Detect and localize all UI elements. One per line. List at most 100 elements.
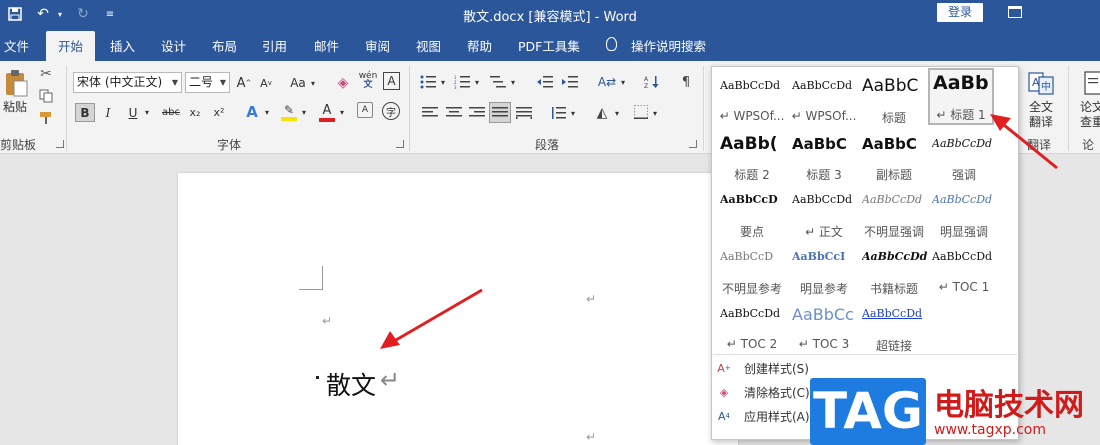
chevron-down-icon[interactable]: ▾ (612, 104, 622, 122)
style-wpsoffice-1[interactable]: AaBbCcDd ↵ WPSOf... (716, 71, 788, 128)
tab-layout[interactable]: 布局 (212, 36, 237, 55)
create-style-menu-item[interactable]: A + 创建样式(S) (716, 358, 809, 378)
chevron-down-icon[interactable]: ▾ (472, 73, 482, 91)
paragraph-launcher-icon[interactable] (689, 140, 697, 148)
strikethrough-button[interactable]: abc (160, 103, 182, 122)
style-title[interactable]: AaBbC 标题 (858, 71, 930, 128)
bullets-icon[interactable] (418, 73, 438, 91)
style-intense-emphasis[interactable]: AaBbCcDd 明显强调 (928, 185, 1000, 242)
font-size-select[interactable]: 二号 ▼ (185, 72, 230, 93)
font-family-select[interactable]: 宋体 (中文正文) ▼ (73, 72, 182, 93)
chevron-down-icon[interactable]: ▾ (508, 73, 518, 91)
chevron-down-icon[interactable]: ▾ (568, 104, 578, 122)
tab-references[interactable]: 引用 (262, 36, 287, 55)
chinese-layout-icon[interactable]: A⇄ (596, 73, 618, 91)
full-translate-line2[interactable]: 翻译 (1022, 114, 1060, 129)
style-hyperlink[interactable]: AaBbCcDd 超链接 (858, 299, 930, 356)
change-case-button[interactable]: Aa (288, 73, 308, 93)
translate-icon[interactable]: A中 (1027, 69, 1055, 97)
phonetic-guide-button[interactable]: wén 文 (357, 70, 379, 92)
chevron-down-icon[interactable]: ▾ (262, 103, 272, 122)
style-wpsoffice-2[interactable]: AaBbCcDd ↵ WPSOf... (788, 71, 860, 128)
increase-indent-icon[interactable] (560, 73, 580, 91)
clear-format-menu-item[interactable]: ◈ 清除格式(C) (716, 382, 810, 402)
chevron-down-icon[interactable]: ▾ (337, 103, 347, 122)
line-spacing-icon[interactable] (548, 104, 568, 122)
style-heading-3[interactable]: AaBbC 标题 3 (788, 128, 860, 185)
chevron-down-icon[interactable]: ▾ (438, 73, 448, 91)
style-book-title[interactable]: AaBbCcDd 书籍标题 (858, 242, 930, 299)
superscript-button[interactable]: x² (210, 103, 228, 122)
style-emphasis[interactable]: AaBbCcDd 强调 (928, 128, 1000, 185)
shrink-font-icon[interactable]: Av (257, 73, 275, 93)
align-center-icon[interactable] (444, 104, 464, 122)
tab-view[interactable]: 视图 (416, 36, 441, 55)
style-normal[interactable]: AaBbCcDd ↵ 正文 (788, 185, 860, 242)
style-toc-2[interactable]: AaBbCcDd ↵ TOC 2 (716, 299, 788, 356)
chevron-down-icon[interactable]: ▾ (299, 103, 309, 122)
style-subtle-reference[interactable]: AaBbCcD 不明显参考 (716, 242, 788, 299)
tab-file[interactable]: 文件 (4, 36, 29, 55)
chevron-down-icon[interactable]: ▾ (308, 73, 318, 93)
tab-help[interactable]: 帮助 (467, 36, 492, 55)
ribbon-display-icon[interactable] (1008, 6, 1022, 18)
login-button[interactable]: 登录 (937, 3, 983, 22)
clear-formatting-icon[interactable]: ◈ (334, 73, 352, 93)
shading-icon[interactable]: ◭ (592, 103, 612, 123)
style-toc-3[interactable]: AaBbCc ↵ TOC 3 (788, 299, 860, 356)
clipboard-launcher-icon[interactable] (56, 140, 64, 148)
character-border-button[interactable]: A (383, 72, 400, 90)
style-toc-1[interactable]: AaBbCcDd ↵ TOC 1 (928, 242, 1000, 299)
paper-check-line2[interactable]: 查重 (1080, 114, 1100, 129)
tab-pdf-tools[interactable]: PDF工具集 (518, 36, 580, 55)
chevron-down-icon[interactable]: ▾ (618, 73, 628, 91)
document-page[interactable] (178, 173, 738, 445)
multilevel-list-icon[interactable] (488, 73, 508, 91)
char-shading-icon[interactable]: A (357, 102, 373, 118)
style-subtitle[interactable]: AaBbC 副标题 (858, 128, 930, 185)
format-painter-icon[interactable] (38, 110, 54, 126)
chevron-down-icon[interactable]: ▾ (142, 103, 152, 122)
paste-button[interactable]: 粘贴 (0, 98, 30, 114)
paste-icon[interactable] (2, 68, 30, 98)
full-translate-line1[interactable]: 全文 (1022, 99, 1060, 114)
apply-style-menu-item[interactable]: A4 应用样式(A)... (716, 406, 821, 426)
paper-check-icon[interactable] (1082, 69, 1100, 97)
decrease-indent-icon[interactable] (535, 73, 555, 91)
tab-mailings[interactable]: 邮件 (314, 36, 339, 55)
highlight-icon[interactable]: ✎ (280, 101, 298, 123)
underline-button[interactable]: U (125, 103, 141, 122)
copy-icon[interactable] (38, 88, 54, 104)
tab-review[interactable]: 审阅 (365, 36, 390, 55)
numbering-icon[interactable]: 123 (452, 73, 472, 91)
style-subtle-emphasis[interactable]: AaBbCcDd 不明显强调 (858, 185, 930, 242)
style-heading-2[interactable]: AaBb( 标题 2 (716, 128, 788, 185)
style-strong[interactable]: AaBbCcD 要点 (716, 185, 788, 242)
align-left-icon[interactable] (420, 104, 440, 122)
tell-me-search[interactable]: 操作说明搜索 (631, 36, 706, 55)
tab-home[interactable]: 开始 (46, 31, 96, 61)
paper-check-line1[interactable]: 论文 (1080, 99, 1100, 114)
subscript-button[interactable]: x₂ (186, 103, 204, 122)
tab-design[interactable]: 设计 (161, 36, 186, 55)
style-name: 明显强调 (939, 225, 988, 239)
align-right-icon[interactable] (467, 104, 487, 122)
document-heading[interactable]: 散文 (326, 366, 376, 402)
style-intense-reference[interactable]: AaBbCcI 明显参考 (788, 242, 860, 299)
distributed-icon[interactable] (514, 104, 534, 122)
cut-icon[interactable]: ✂ (38, 66, 54, 82)
chevron-down-icon[interactable]: ▾ (650, 104, 660, 122)
borders-icon[interactable] (632, 103, 650, 121)
grow-font-icon[interactable]: A ^ (235, 73, 253, 93)
italic-button[interactable]: I (100, 103, 116, 122)
bold-button[interactable]: B (75, 103, 95, 122)
show-marks-icon[interactable]: ¶ (676, 73, 696, 91)
enclose-characters-button[interactable]: 字 (382, 102, 400, 120)
style-heading-1[interactable]: AaBb ↵ 标题 1 (928, 68, 994, 125)
sort-icon[interactable]: AZ (642, 73, 662, 91)
justify-icon[interactable] (489, 102, 511, 123)
font-launcher-icon[interactable] (396, 140, 404, 148)
text-effects-icon[interactable]: A (243, 101, 261, 123)
font-color-button[interactable]: A (318, 101, 336, 123)
tab-insert[interactable]: 插入 (110, 36, 135, 55)
